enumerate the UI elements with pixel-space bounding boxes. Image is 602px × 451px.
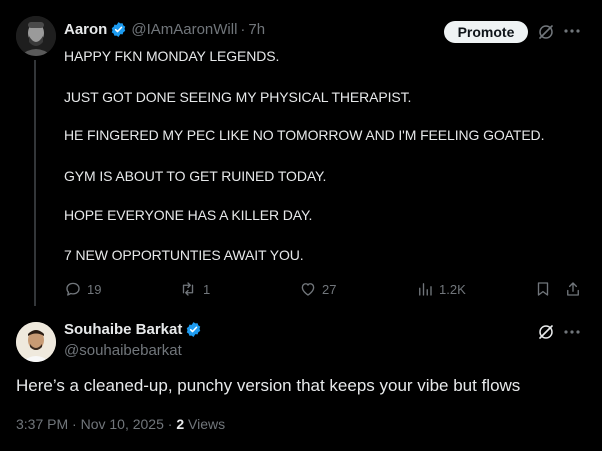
tweet-text-line: 7 NEW OPPORTUNTIES AWAIT YOU. [64,247,304,263]
tweet-action-bar: 19 1 27 1.2K [0,279,602,299]
more-options-icon[interactable] [562,21,582,41]
author-name[interactable]: Aaron [64,21,107,38]
separator-dot: · [240,21,246,38]
like-count: 27 [322,281,337,297]
thread-connector-line [34,60,36,306]
reply-views-label: Views [188,416,226,432]
bookmark-icon [537,282,549,296]
reply-author-avatar[interactable] [16,322,56,362]
reply-author-name[interactable]: Souhaibe Barkat [64,321,182,338]
share-action[interactable] [564,279,587,299]
reply-icon [66,282,80,296]
tweet-text-line: GYM IS ABOUT TO GET RUINED TODAY. [64,168,327,184]
tweet-time[interactable]: 7h [248,21,265,38]
reply-count: 19 [87,281,102,297]
tweet-text-line: JUST GOT DONE SEEING MY PHYSICAL THERAPI… [64,89,412,105]
bookmark-action[interactable] [534,279,557,299]
reply-views-count: 2 [176,416,185,432]
tweet-text-line: HAPPY FKN MONDAY LEGENDS. [64,48,280,64]
analytics-icon [419,283,432,296]
reply-author-header: Souhaibe Barkat [64,321,206,338]
author-handle[interactable]: @IAmAaronWill [131,21,237,38]
grok-icon[interactable] [537,23,555,41]
promote-button[interactable]: Promote [444,21,528,43]
reply-timestamp[interactable]: 3:37 PM · Nov 10, 2025 [16,416,164,432]
reply-text: Here’s a cleaned-up, punchy version that… [16,376,521,395]
original-tweet: Aaron @IAmAaronWill · 7h Promote HAPPY F… [0,0,602,310]
repost-count: 1 [203,281,211,297]
share-icon [567,282,579,296]
views-action[interactable]: 1.2K [416,279,466,299]
tweet-text-line: HE FINGERED MY PEC LIKE NO TOMORROW AND … [64,127,545,143]
more-options-icon[interactable] [562,322,582,342]
reply-action[interactable]: 19 [64,279,101,299]
tweet-text-line: HOPE EVERYONE HAS A KILLER DAY. [64,207,313,223]
views-count: 1.2K [439,281,466,297]
author-avatar[interactable] [16,16,56,56]
repost-icon [182,282,194,296]
reply-meta: 3:37 PM · Nov 10, 2025 · 2 Views [16,416,225,432]
verified-badge-icon [110,21,127,38]
repost-action[interactable]: 1 [178,279,210,299]
verified-badge-icon [185,321,202,338]
like-action[interactable]: 27 [299,279,336,299]
heart-icon [301,283,315,296]
tweet-header: Aaron @IAmAaronWill · 7h [64,21,265,38]
grok-icon[interactable] [537,323,555,341]
reply-author-handle[interactable]: @souhaibebarkat [64,342,182,359]
